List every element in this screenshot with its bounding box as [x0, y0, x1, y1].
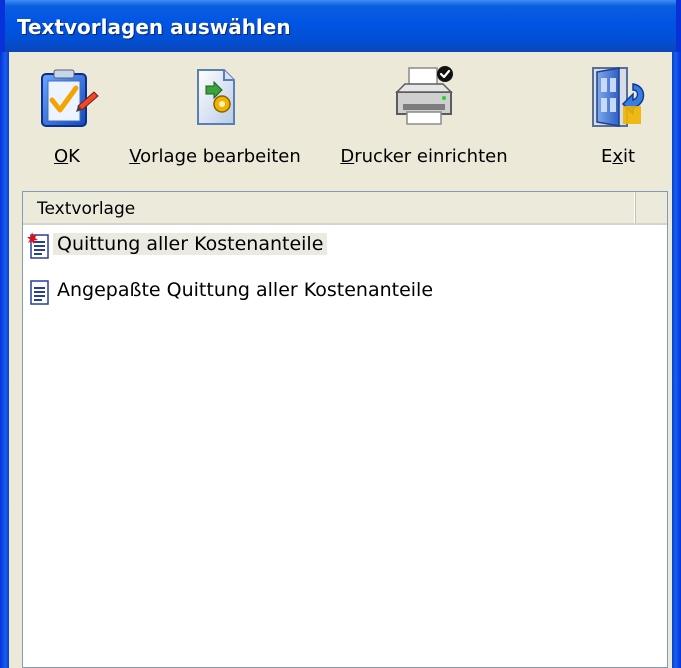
template-selection-window: Textvorlagen auswählen OK Vorlage bearbe…: [0, 0, 681, 668]
exit-label-prefix: E: [600, 146, 613, 167]
edit-label-suffix: orlage bearbeiten: [140, 146, 301, 167]
exit-label: Exit: [575, 146, 661, 167]
ok-label-suffix: K: [68, 146, 80, 167]
printer-setup-label: Drucker einrichten: [321, 146, 527, 167]
printer-setup-button[interactable]: Drucker einrichten: [321, 52, 527, 180]
ok-label: OK: [21, 146, 113, 167]
exit-label-suffix: it: [622, 146, 636, 167]
list-header: Textvorlage: [23, 192, 667, 225]
window-title: Textvorlagen auswählen: [17, 15, 291, 39]
column-header-label: Textvorlage: [37, 199, 136, 219]
edit-template-button[interactable]: Vorlage bearbeiten: [119, 52, 311, 180]
title-bar[interactable]: Textvorlagen auswählen: [0, 0, 681, 52]
template-list[interactable]: Textvorlage Quittung aller Kostenanteile: [22, 191, 668, 668]
exit-door-icon: [592, 67, 645, 127]
edit-template-icon: [197, 69, 235, 125]
document-icon: [30, 280, 49, 305]
edit-template-label: Vorlage bearbeiten: [119, 146, 311, 167]
default-document-icon: [27, 232, 49, 259]
exit-label-mnemonic: x: [612, 146, 623, 167]
edit-label-mnemonic: V: [129, 146, 141, 167]
ok-button[interactable]: OK: [21, 52, 113, 180]
printer-setup-icon: [395, 66, 453, 125]
toolbar: OK Vorlage bearbeiten Drucker einrichten…: [9, 52, 672, 184]
list-item-label: Angepaßte Quittung aller Kostenanteile: [57, 279, 434, 301]
printer-label-suffix: rucker einrichten: [354, 146, 508, 167]
window-frame-right: [672, 52, 681, 668]
ok-label-mnemonic: O: [54, 146, 69, 167]
column-header-textvorlage[interactable]: Textvorlage: [23, 192, 636, 223]
window-frame-left: [0, 52, 9, 668]
ok-checkmark-icon: [41, 69, 99, 127]
exit-button[interactable]: Exit: [575, 52, 661, 180]
list-item-label: Quittung aller Kostenanteile: [53, 233, 328, 255]
printer-label-mnemonic: D: [340, 146, 355, 167]
column-header-filler: [636, 192, 667, 223]
